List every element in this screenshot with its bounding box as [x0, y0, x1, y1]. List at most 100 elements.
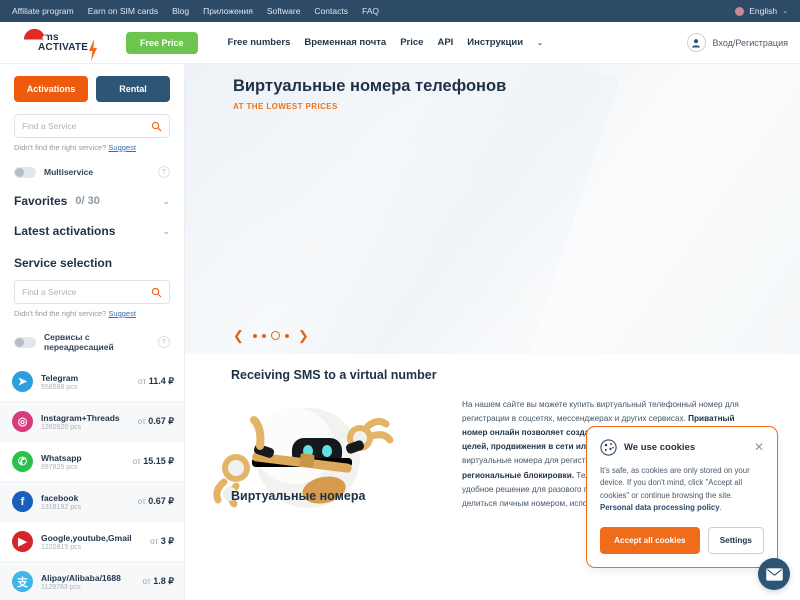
sidebar: Activations Rental Didn't find the right… [0, 64, 185, 600]
topbar-link-affiliate[interactable]: Affiliate program [12, 6, 74, 16]
service-selection-label: Service selection [14, 256, 113, 270]
latest-activations-section[interactable]: Latest activations ⌄ [14, 224, 170, 238]
carousel-dot[interactable] [284, 333, 289, 338]
top-utility-bar: Affiliate program Earn on SIM cards Blog… [0, 0, 800, 22]
main-navigation: Free numbers Временная почта Price API И… [228, 37, 543, 48]
service-row[interactable]: ◎ Instagram+Threads 1260520 pcs от 0.67 ₽ [0, 402, 184, 442]
suggest-hint-top: Didn't find the right service? Suggest [14, 143, 170, 152]
cookie-title: We use cookies [624, 441, 696, 453]
tab-activations[interactable]: Activations [14, 76, 88, 102]
nav-instructions[interactable]: Инструкции [467, 37, 523, 48]
topbar-link-blog[interactable]: Blog [172, 6, 189, 16]
nav-api[interactable]: API [437, 37, 453, 48]
santa-hat-icon [23, 28, 48, 43]
cookie-consent-banner: We use cookies ✕ It's safe, as cookies a… [586, 425, 778, 568]
search-icon [151, 287, 162, 297]
forwarding-toggle[interactable] [14, 336, 36, 348]
cookie-body-text: It's safe, as cookies are only stored on… [600, 465, 750, 513]
multiservice-label: Multiservice [44, 167, 94, 177]
carousel-dots [252, 331, 289, 340]
search-input-top[interactable] [22, 121, 151, 131]
service-row[interactable]: 支 Alipay/Alibaba/1688 1129763 pcs от 1.8 ₽ [0, 562, 184, 600]
cookie-settings-button[interactable]: Settings [707, 527, 764, 554]
help-icon[interactable]: ? [158, 336, 170, 348]
service-count: 1318192 pcs [41, 503, 82, 511]
suggest-link-top[interactable]: Suggest [108, 143, 136, 152]
multiservice-toggle[interactable] [14, 166, 36, 178]
carousel-next-button[interactable]: ❯ [298, 329, 309, 342]
user-icon [686, 33, 706, 52]
topbar-link-faq[interactable]: FAQ [362, 6, 379, 16]
globe-icon [735, 6, 745, 16]
service-logo-icon: 支 [12, 571, 33, 592]
chevron-down-icon: ⌄ [782, 8, 788, 15]
topbar-link-software[interactable]: Software [267, 6, 301, 16]
service-meta: facebook 1318192 pcs [41, 493, 133, 511]
section-heading: Receiving SMS to a virtual number [231, 368, 437, 382]
service-price: от 11.4 ₽ [137, 376, 174, 386]
page-body: Activations Rental Didn't find the right… [0, 64, 800, 600]
main-content: Виртуальные номера телефонов AT THE LOWE… [185, 64, 800, 600]
topbar-link-earn-sim[interactable]: Earn on SIM cards [88, 6, 158, 16]
site-logo[interactable]: sms ACTIVATE [12, 28, 122, 61]
carousel-prev-button[interactable]: ❮ [233, 329, 244, 342]
service-logo-icon: ✆ [12, 451, 33, 472]
service-search-bottom[interactable] [14, 280, 170, 304]
service-row[interactable]: ➤ Telegram 558588 pcs от 11.4 ₽ [0, 362, 184, 402]
service-row[interactable]: ✆ Whatsapp 897825 pcs от 15.15 ₽ [0, 442, 184, 482]
multiservice-row: Multiservice ? [14, 166, 170, 178]
chevron-down-icon: ⌄ [162, 225, 170, 236]
favorites-label: Favorites [14, 194, 68, 208]
cookie-buttons: Accept all cookies Settings [600, 527, 764, 554]
service-search-top[interactable] [14, 114, 170, 138]
carousel-dot[interactable] [270, 331, 280, 340]
help-icon[interactable]: ? [158, 166, 170, 178]
service-row[interactable]: ▶ Google,youtube,Gmail 1220815 pcs от 3 ₽ [0, 522, 184, 562]
carousel-dot[interactable] [252, 333, 257, 338]
suggest-hint-bottom: Didn't find the right service? Suggest [14, 309, 170, 318]
service-list: ➤ Telegram 558588 pcs от 11.4 ₽ ◎ Instagram+T… [0, 362, 184, 600]
service-name: Alipay/Alibaba/1688 [41, 572, 121, 583]
service-count: 1260520 pcs [41, 423, 82, 431]
topbar-link-apps[interactable]: Приложения [203, 6, 253, 16]
nav-free-numbers[interactable]: Free numbers [228, 37, 291, 48]
latest-activations-label: Latest activations [14, 224, 116, 238]
tab-rental[interactable]: Rental [96, 76, 170, 102]
close-icon[interactable]: ✕ [754, 441, 764, 453]
suggest-link-bottom[interactable]: Suggest [108, 309, 136, 318]
sidebar-tabs: Activations Rental [0, 64, 184, 112]
search-icon [151, 121, 162, 131]
service-price: от 15.15 ₽ [132, 456, 174, 466]
nav-temp-mail[interactable]: Временная почта [304, 37, 386, 48]
service-meta: Instagram+Threads 1260520 pcs [41, 413, 133, 431]
service-logo-icon: f [12, 491, 33, 512]
service-row[interactable]: f facebook 1318192 pcs от 0.67 ₽ [0, 482, 184, 522]
service-logo-icon: ▶ [12, 531, 33, 552]
accept-all-cookies-button[interactable]: Accept all cookies [600, 527, 700, 554]
service-count: 558588 pcs [41, 383, 78, 391]
lightning-bolt-icon [89, 38, 97, 61]
nav-price[interactable]: Price [400, 37, 423, 48]
login-register-button[interactable]: Вход/Регистрация [686, 33, 788, 52]
service-price: от 3 ₽ [149, 536, 174, 546]
chat-support-button[interactable] [758, 558, 790, 590]
service-meta: Alipay/Alibaba/1688 1129763 pcs [41, 573, 138, 591]
favorites-section[interactable]: Favorites 0/ 30 ⌄ [14, 194, 170, 208]
privacy-policy-link[interactable]: Personal data processing policy [600, 503, 720, 512]
logo-text-activate: ACTIVATE [38, 41, 89, 53]
service-name: Telegram [41, 372, 79, 383]
cookie-header: We use cookies ✕ [600, 438, 764, 456]
free-price-button[interactable]: Free Price [126, 31, 198, 54]
language-selector[interactable]: English ⌄ [735, 6, 788, 16]
mail-icon [765, 567, 783, 581]
service-price: от 1.8 ₽ [142, 576, 174, 586]
carousel-dot[interactable] [261, 333, 266, 338]
service-price: от 0.67 ₽ [137, 496, 174, 506]
service-name: Google,youtube,Gmail [41, 532, 132, 543]
topbar-link-contacts[interactable]: Contacts [314, 6, 348, 16]
service-count: 1220815 pcs [41, 543, 82, 551]
bottom-heading: Виртуальные номера [231, 488, 366, 503]
search-input-bottom[interactable] [22, 287, 151, 297]
top-utility-links: Affiliate program Earn on SIM cards Blog… [12, 6, 379, 16]
hero-title: Виртуальные номера телефонов [233, 77, 507, 95]
